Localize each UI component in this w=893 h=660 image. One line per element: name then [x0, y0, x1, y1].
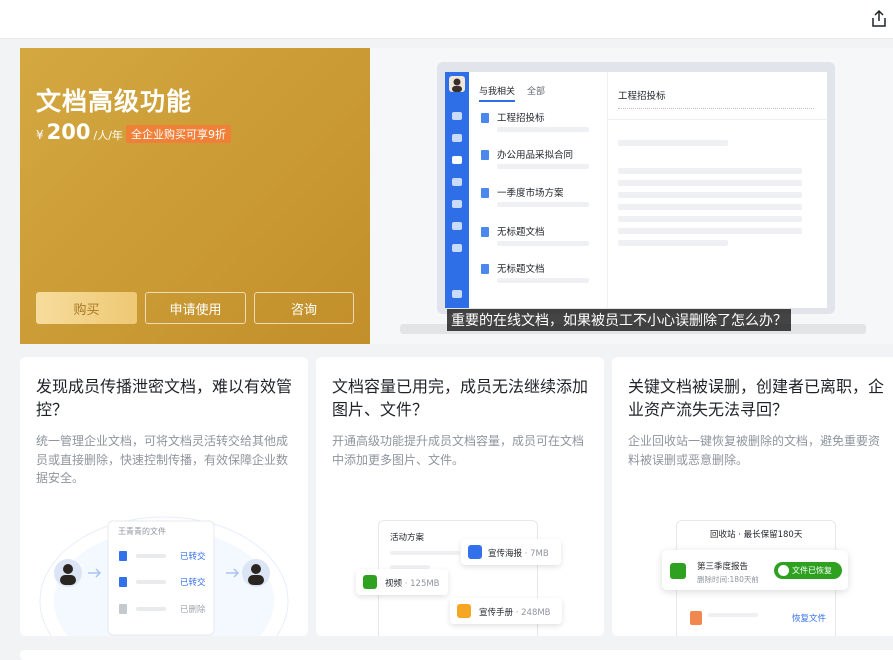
buy-button[interactable]: 购买: [36, 292, 137, 324]
org-icon: [452, 244, 462, 252]
pricing-panel: 文档高级功能 ¥ 200 /人/年 全企业购买可享9折 购买 申请使用 咨询: [20, 48, 370, 344]
file-name: 宣传海报: [488, 549, 523, 559]
card-title: 文档容量已用完，成员无法继续添加图片、文件？: [332, 377, 589, 419]
restore-file-link[interactable]: 恢复文件: [792, 612, 826, 624]
delete-status: 已删除: [180, 605, 206, 615]
list-item: 无标题文档: [481, 224, 605, 248]
list-item: 工程招投标: [481, 110, 605, 134]
share-icon[interactable]: [869, 9, 889, 29]
docs-icon: [452, 156, 462, 164]
card-title: 发现成员传播泄密文档，难以有效管控？: [36, 377, 293, 419]
card-desc: 统一管理企业文档，可将文档灵活转交给其他成员或直接删除，快速控制传播，有效保障企…: [36, 434, 289, 485]
doc-name: 办公用品采拟合同: [497, 150, 574, 161]
doc-icon: [119, 551, 127, 561]
avatar: [449, 76, 465, 92]
file-name: 第三季度报告: [697, 562, 749, 572]
image-icon: [452, 200, 462, 208]
file-size: 125MB: [410, 579, 440, 589]
restored-badge-label: 文件已恢复: [792, 566, 832, 575]
top-bar: [0, 0, 893, 39]
price: ¥ 200 /人/年: [36, 120, 123, 144]
video-icon: [363, 575, 377, 589]
doc-icon: [481, 227, 489, 237]
doc-icon: [119, 577, 127, 587]
stats-icon: [452, 290, 462, 298]
doc-list-panel: 与我相关 全部 工程招投标 办公用品采拟合同 一季度市场方案 无标题文档 无标题…: [475, 72, 607, 308]
editor-title: 工程招投标: [618, 91, 666, 102]
illus-header: 王青青的文件: [118, 527, 166, 536]
price-amount: 200: [46, 120, 91, 144]
feature-card-recycle: 关键文档被误删，创建者已离职，企业资产流失无法寻回？ 企业回收站一键恢复被删除的…: [612, 357, 893, 636]
doc-editor: 工程招投标: [607, 72, 827, 308]
next-section: [20, 650, 893, 660]
message-icon: [452, 112, 462, 120]
check-icon: [778, 565, 789, 576]
sheet-icon: [670, 563, 686, 579]
doc-icon: [481, 113, 489, 123]
hero-title: 文档高级功能: [36, 87, 193, 116]
mail-icon: [452, 134, 462, 142]
promo-badge: 全企业购买可享9折: [126, 125, 231, 143]
hero-banner: 文档高级功能 ¥ 200 /人/年 全企业购买可享9折 购买 申请使用 咨询 与…: [20, 48, 893, 344]
video-caption: 重要的在线文档，如果被员工不小心误删除了怎么办？: [447, 309, 791, 331]
file-size: 7MB: [530, 549, 549, 559]
card-title: 关键文档被误删，创建者已离职，企业资产流失无法寻回？: [628, 377, 885, 419]
card-desc: 企业回收站一键恢复被删除的文档，避免重要资料被误删或恶意删除。: [628, 434, 881, 467]
price-unit: /人/年: [93, 129, 123, 142]
apply-button[interactable]: 申请使用: [145, 292, 246, 324]
doc-name: 无标题文档: [497, 264, 545, 275]
file-name: 宣传手册: [479, 608, 514, 618]
editor-toolbar: [618, 108, 814, 114]
calendar-icon: [452, 178, 462, 186]
file-name: 视频: [385, 579, 403, 589]
laptop-screen: 与我相关 全部 工程招投标 办公用品采拟合同 一季度市场方案 无标题文档 无标题…: [445, 72, 827, 308]
feature-preview: 与我相关 全部 工程招投标 办公用品采拟合同 一季度市场方案 无标题文档 无标题…: [370, 48, 893, 344]
doc-icon: [481, 188, 489, 198]
transfer-status: 已转交: [180, 578, 206, 588]
image-icon: [468, 545, 482, 559]
apps-icon: [452, 222, 462, 230]
card-desc: 开通高级功能提升成员文档容量，成员可在文档中添加更多图片、文件。: [332, 434, 585, 467]
delete-time: 删除时间:180天前: [697, 575, 759, 584]
doc-icon: [119, 604, 127, 614]
doc-icon: [481, 150, 489, 160]
file-icon: [690, 611, 702, 625]
price-currency: ¥: [36, 128, 44, 142]
tab-all: 全部: [527, 87, 546, 97]
doc-name: 工程招投标: [497, 113, 545, 124]
file-size: 248MB: [521, 608, 551, 618]
consult-button[interactable]: 咨询: [254, 292, 354, 324]
transfer-status: 已转交: [180, 552, 206, 562]
list-item: 一季度市场方案: [481, 185, 605, 209]
feature-card-transfer: 发现成员传播泄密文档，难以有效管控？ 统一管理企业文档，可将文档灵活转交给其他成…: [20, 357, 308, 636]
feature-card-storage: 文档容量已用完，成员无法继续添加图片、文件？ 开通高级功能提升成员文档容量，成员…: [316, 357, 604, 636]
recycle-bin-header: 回收站 · 最长保留180天: [710, 530, 803, 540]
list-item: 无标题文档: [481, 261, 605, 285]
list-item: 办公用品采拟合同: [481, 147, 605, 171]
illus-doc-title: 活动方案: [390, 533, 425, 543]
app-sidebar: [445, 72, 469, 308]
pdf-icon: [457, 604, 471, 618]
doc-name: 一季度市场方案: [497, 188, 564, 199]
doc-icon: [481, 264, 489, 274]
tab-related: 与我相关: [479, 84, 516, 102]
doc-name: 无标题文档: [497, 227, 545, 238]
laptop-frame: 与我相关 全部 工程招投标 办公用品采拟合同 一季度市场方案 无标题文档 无标题…: [437, 62, 835, 314]
